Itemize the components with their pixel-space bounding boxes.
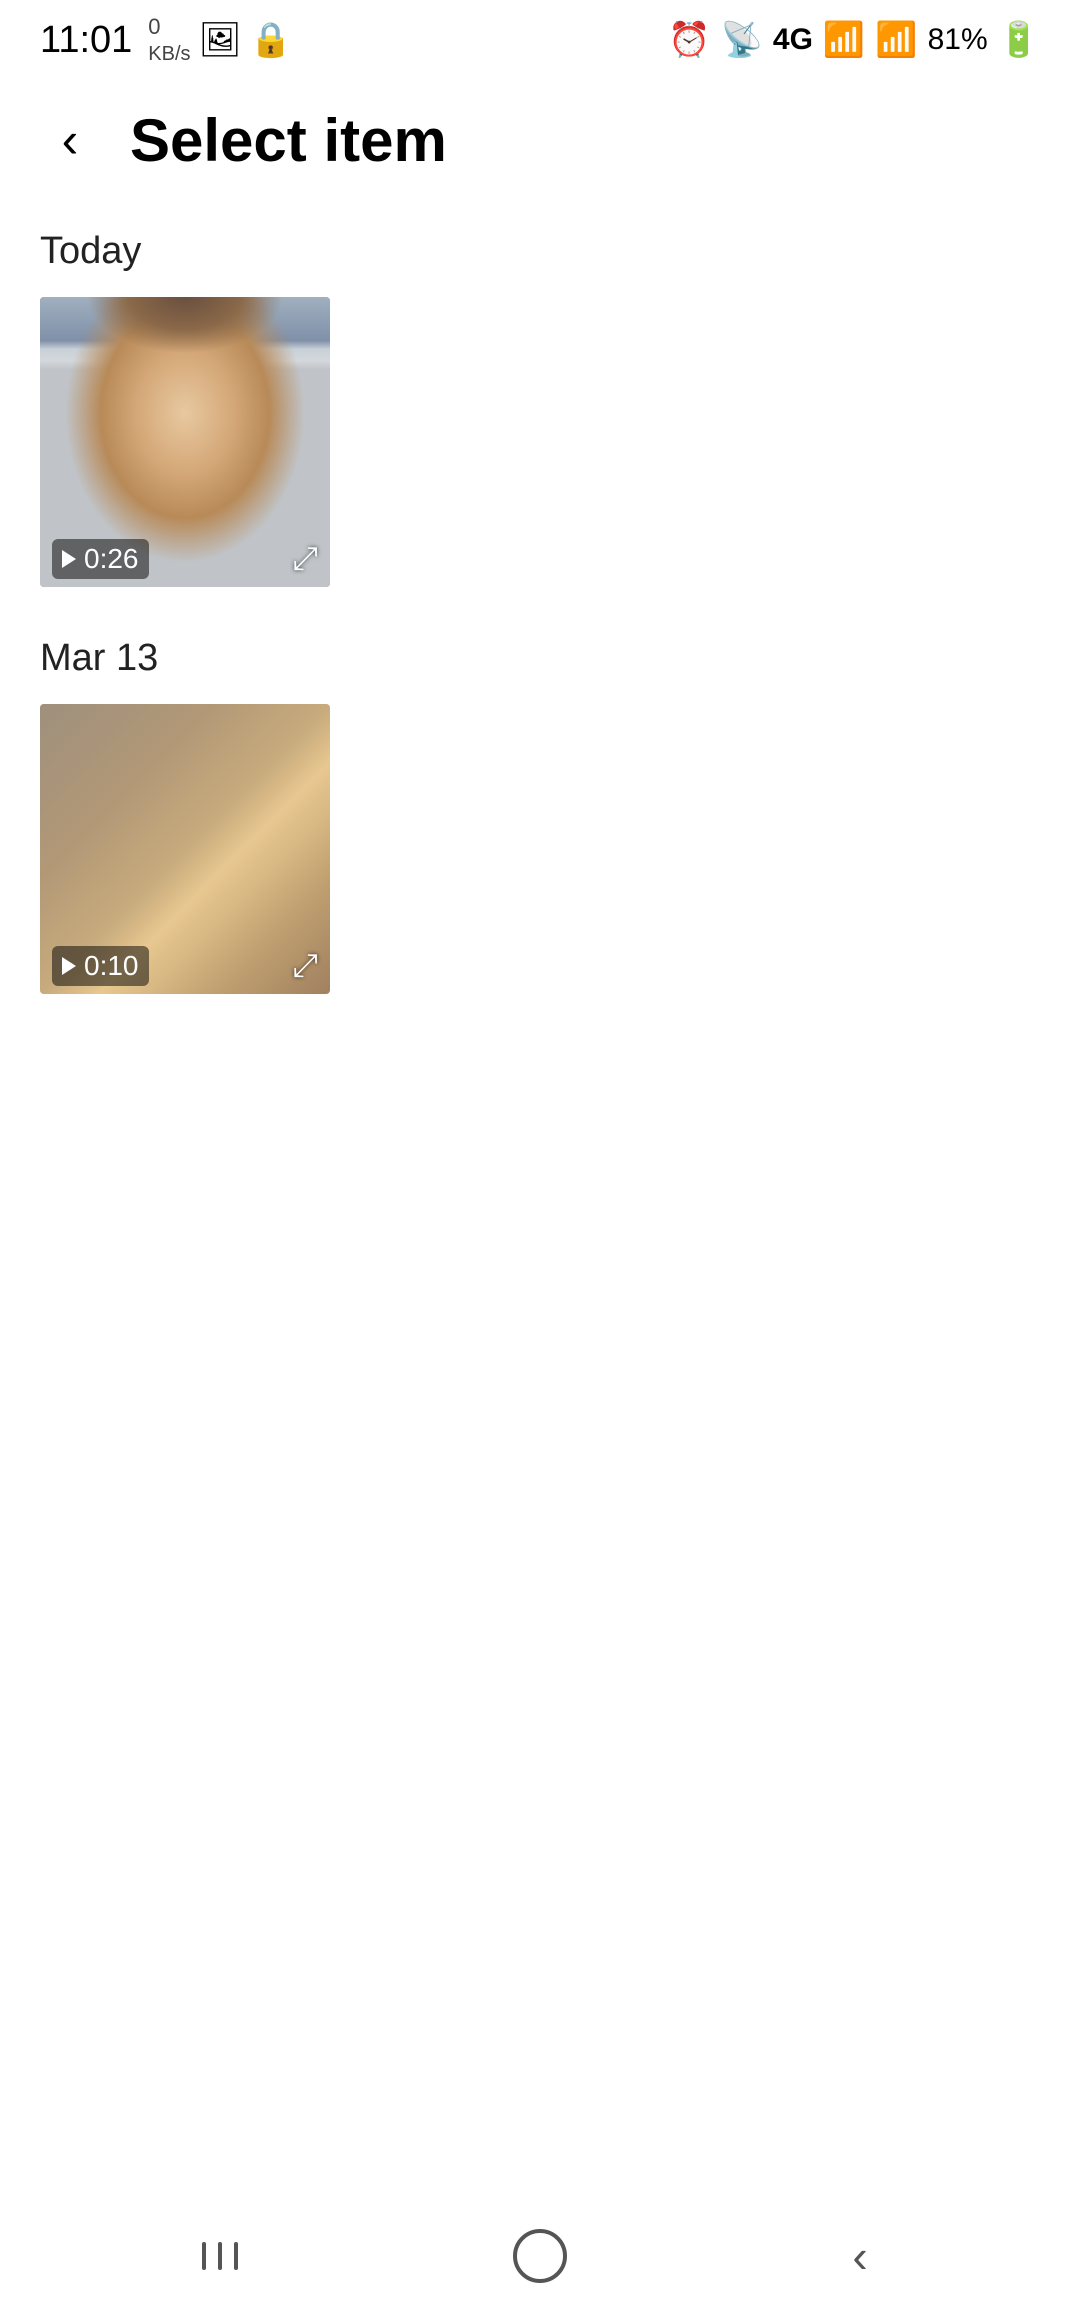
nav-back-button[interactable]: ‹	[800, 2216, 920, 2296]
video-item-1[interactable]: 0:26 ⤢	[40, 297, 330, 587]
play-icon-1	[62, 550, 76, 568]
video-overlay-1: 0:26 ⤢	[40, 531, 330, 587]
signal-icon-1: 📶	[823, 20, 865, 60]
status-left: 11:01 0KB/s 🖼 🔒	[40, 14, 292, 67]
media-grid-today: 0:26 ⤢	[40, 297, 1040, 587]
duration-text-1: 0:26	[84, 543, 139, 575]
nav-bar: ‹	[0, 2196, 1080, 2316]
back-button[interactable]: ‹	[40, 110, 100, 170]
video-duration-2: 0:10	[52, 946, 149, 986]
status-time: 11:01	[40, 19, 132, 62]
4g-label: 4G	[773, 23, 813, 57]
section-label-today: Today	[40, 230, 1040, 273]
signal-icon-2: 📶	[875, 20, 917, 60]
nav-recent-button[interactable]	[160, 2216, 280, 2296]
nav-recent-icon	[199, 2242, 241, 2270]
battery-label: 81%	[928, 23, 988, 57]
kb-icon: 0KB/s	[148, 14, 190, 67]
expand-icon-2[interactable]: ⤢	[292, 947, 318, 985]
nav-home-icon	[513, 2229, 567, 2283]
header: ‹ Select item	[0, 80, 1080, 200]
back-arrow-icon: ‹	[62, 115, 79, 165]
play-icon-2	[62, 957, 76, 975]
nav-home-button[interactable]	[480, 2216, 600, 2296]
page-title: Select item	[130, 106, 447, 175]
section-today: Today 0:26 ⤢	[40, 230, 1040, 587]
duration-text-2: 0:10	[84, 950, 139, 982]
status-bar: 11:01 0KB/s 🖼 🔒 ⏰ 📡 4G 📶 📶 81% 🔋	[0, 0, 1080, 80]
content: Today 0:26 ⤢ Mar 13	[0, 200, 1080, 1064]
battery-icon: 🔋	[998, 20, 1040, 60]
media-grid-mar13: 0:10 ⤢	[40, 704, 1040, 994]
nav-back-icon: ‹	[852, 2229, 867, 2283]
lock-icon: 🔒	[250, 20, 292, 60]
section-mar13: Mar 13 0:10 ⤢	[40, 637, 1040, 994]
expand-icon-1[interactable]: ⤢	[292, 540, 318, 578]
gallery-icon: 🖼	[199, 20, 242, 60]
status-right: ⏰ 📡 4G 📶 📶 81% 🔋	[668, 20, 1040, 60]
video-item-2[interactable]: 0:10 ⤢	[40, 704, 330, 994]
wifi-icon: 📡	[721, 20, 763, 60]
video-overlay-2: 0:10 ⤢	[40, 938, 330, 994]
alarm-icon: ⏰	[668, 20, 710, 60]
section-label-mar13: Mar 13	[40, 637, 1040, 680]
video-duration-1: 0:26	[52, 539, 149, 579]
status-icons-left: 0KB/s 🖼 🔒	[148, 14, 292, 67]
